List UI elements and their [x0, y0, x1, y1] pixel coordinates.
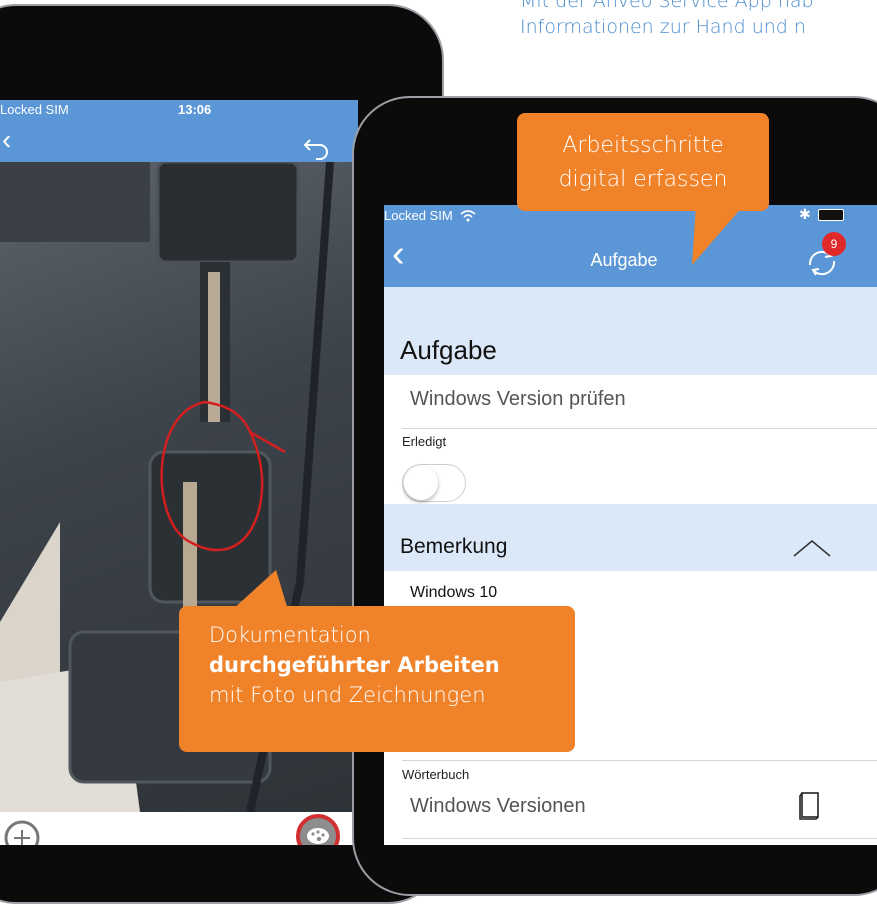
- callout-bottom-line3: mit Foto und Zeichnungen: [209, 683, 486, 707]
- left-status-carrier: Locked SIM: [0, 102, 69, 117]
- wifi-icon: [460, 210, 476, 222]
- task-section-header: Aufgabe: [384, 287, 877, 375]
- divider: [402, 838, 877, 839]
- nav-title: Aufgabe: [590, 250, 658, 270]
- done-toggle[interactable]: [402, 464, 466, 502]
- book-icon[interactable]: [798, 791, 822, 821]
- callout-bottom-pointer: [232, 570, 288, 610]
- callout-top-line2: digital erfassen: [558, 167, 728, 192]
- remark-input[interactable]: Windows 10: [410, 584, 497, 602]
- header-line-2: Informationen zur Hand und n: [520, 16, 806, 38]
- right-nav-bar: Locked SIM ✱ ‹ Aufgabe 9: [384, 205, 877, 287]
- right-status-carrier: Locked SIM: [384, 208, 453, 223]
- callout-top-pointer: [692, 205, 744, 265]
- bluetooth-icon: ✱: [799, 206, 811, 222]
- battery-icon: [818, 209, 844, 221]
- add-icon[interactable]: [4, 820, 40, 845]
- task-section-title: Aufgabe: [400, 335, 497, 365]
- callout-documentation: Dokumentation durchgeführter Arbeiten mi…: [179, 606, 575, 752]
- header-text: Mit der Anveo Service App hab Informatio…: [520, 0, 877, 40]
- remark-section-header[interactable]: Bemerkung: [384, 504, 877, 571]
- sync-badge: 9: [822, 232, 846, 256]
- done-label: Erledigt: [402, 434, 447, 449]
- callout-top-line1: Arbeitsschritte: [562, 133, 724, 158]
- callout-capture-steps: Arbeitsschritte digital erfassen: [517, 113, 769, 211]
- left-status-time: 13:06: [178, 102, 212, 117]
- palette-icon[interactable]: [296, 814, 340, 845]
- dictionary-input[interactable]: Windows Versionen: [410, 795, 586, 818]
- remark-section-title: Bemerkung: [400, 535, 508, 558]
- divider: [402, 428, 877, 429]
- back-chevron-icon[interactable]: ‹: [2, 126, 11, 154]
- back-chevron-icon[interactable]: ‹: [392, 235, 405, 273]
- callout-bottom-line2: durchgeführter Arbeiten: [209, 653, 500, 677]
- callout-bottom-line1: Dokumentation: [209, 623, 371, 647]
- chevron-up-icon[interactable]: [792, 538, 832, 560]
- left-nav-bar: Locked SIM 13:06 ‹: [0, 100, 358, 162]
- toggle-knob: [404, 466, 438, 500]
- undo-icon[interactable]: [302, 130, 332, 160]
- task-input[interactable]: Windows Version prüfen: [410, 388, 626, 411]
- header-line-1: Mit der Anveo Service App hab: [520, 0, 814, 12]
- divider: [402, 760, 877, 761]
- dictionary-label: Wörterbuch: [402, 767, 470, 782]
- photo-toolbar: [0, 812, 358, 845]
